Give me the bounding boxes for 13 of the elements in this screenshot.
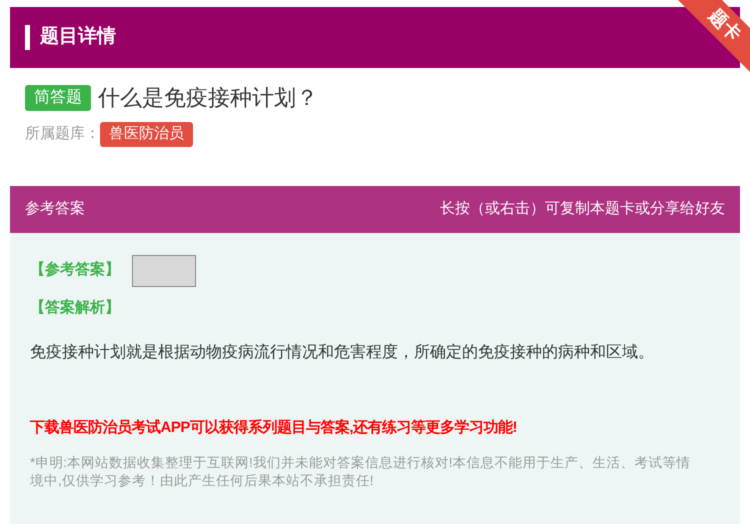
header-title: 题目详情 [40,24,116,50]
question-text: 什么是免疫接种计划？ [98,84,318,112]
promo-text: 下载兽医防治员考试APP可以获得系列题目与答案,还有练习等更多学习功能! [30,418,518,438]
library-label: 所属题库： [25,124,100,144]
copy-hint: 长按（或右击）可复制本题卡或分享给好友 [440,198,725,219]
library-tag[interactable]: 兽医防治员 [100,122,193,146]
analysis-label: 【答案解析】 [30,298,121,318]
analysis-text: 免疫接种计划就是根据动物疫病流行情况和危害程度，所确定的免疫接种的病种和区域。 [30,342,655,363]
panel-title: 参考答案 [25,198,85,219]
disclaimer-text: *申明:本网站数据收集整理于互联网!我们并未能对答案信息进行核对!本信息不能用于生产、生活、考试等情境中,仅供学习参考！由此产生任何后果本站不承担责任! [30,454,692,490]
question-type-tag: 简答题 [25,84,91,110]
answer-image-placeholder [132,254,196,286]
answer-label: 【参考答案】 [30,260,120,280]
